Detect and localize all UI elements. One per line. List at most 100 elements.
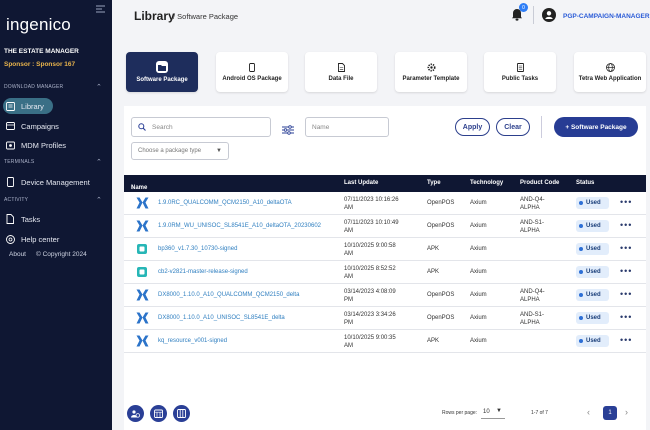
divider	[541, 116, 542, 138]
add-software-package-button[interactable]: + Software Package	[554, 117, 638, 137]
more-options-icon[interactable]: •••	[620, 243, 632, 253]
package-name-link[interactable]: DX8000_1.10.0_A10_QUALCOMM_QCM2150_delta	[158, 292, 299, 298]
last-update-cell: 03/14/2023 3:34:26 PM	[344, 311, 396, 327]
library-panel: Search Name Choose a package type ▼ Appl…	[124, 106, 646, 430]
mdm-profiles-icon	[5, 140, 15, 150]
section-activity-label: ACTIVITY	[4, 197, 29, 203]
table-row[interactable]: 1.9.0RC_QUALCOMM_QCM2150_A10_deltaOTA 07/…	[124, 192, 646, 215]
table-row[interactable]: kq_resource_v001-signed 10/10/2025 9:00:3…	[124, 330, 646, 353]
tab-tetra-web-application[interactable]: Tetra Web Application	[574, 52, 646, 92]
last-update-meridiem: AM	[344, 205, 353, 211]
package-type-select[interactable]: Choose a package type ▼	[131, 142, 229, 160]
apply-button[interactable]: Apply	[455, 118, 490, 136]
copyright-text: © Copyright 2024	[36, 251, 87, 258]
package-name-link[interactable]: 1.9.0RM_WU_UNISOC_SL8541E_A10_deltaOTA_2…	[158, 223, 321, 229]
package-name-link[interactable]: 1.9.0RC_QUALCOMM_QCM2150_A10_deltaOTA	[158, 200, 292, 206]
search-input[interactable]: Search	[131, 117, 271, 137]
tab-software-package[interactable]: Software Package	[126, 52, 198, 92]
package-name-link[interactable]: cb2-v2821-master-release-signed	[158, 269, 248, 275]
type-cell: OpenPOS	[427, 292, 455, 298]
more-options-icon[interactable]: •••	[620, 220, 632, 230]
technology-cell: Axium	[470, 292, 487, 298]
name-filter-input[interactable]: Name	[305, 117, 389, 137]
app-icon	[136, 266, 149, 279]
chevron-up-icon: ⌃	[96, 159, 103, 166]
tab-label: Public Tasks	[501, 76, 539, 82]
package-name-link[interactable]: DX8000_1.10.0_A10_UNISOC_SL8541E_delta	[158, 315, 285, 321]
filter-settings-icon[interactable]	[282, 122, 294, 135]
last-update-date: 10/10/2025 9:00:58	[344, 243, 396, 249]
sidebar-item-label: MDM Profiles	[21, 140, 67, 150]
tab-data-file[interactable]: Data File	[305, 52, 377, 92]
last-update-cell: 07/11/2023 10:10:49 AM	[344, 219, 399, 235]
table-row[interactable]: cb2-v2821-master-release-signed 10/10/202…	[124, 261, 646, 284]
status-badge: Used	[576, 197, 609, 209]
section-activity[interactable]: ACTIVITY ⌃	[4, 197, 102, 204]
user-groups-button[interactable]	[127, 405, 144, 422]
type-cell: OpenPOS	[427, 223, 455, 229]
tab-android-os-package[interactable]: Android OS Package	[216, 52, 288, 92]
column-status[interactable]: Status	[576, 180, 594, 186]
product-code-line: AND-S1-	[520, 220, 545, 226]
column-product-code[interactable]: Product Code	[520, 180, 559, 186]
columns-button[interactable]	[173, 405, 190, 422]
technology-cell: Axium	[470, 200, 487, 206]
product-code-line: ALPHA	[520, 320, 540, 326]
more-options-icon[interactable]: •••	[620, 335, 632, 345]
ingenico-logo-icon	[136, 197, 149, 210]
more-options-icon[interactable]: •••	[620, 289, 632, 299]
table-row[interactable]: DX8000_1.10.0_A10_QUALCOMM_QCM2150_delta…	[124, 284, 646, 307]
schedule-button[interactable]	[150, 405, 167, 422]
tab-public-tasks[interactable]: Public Tasks	[484, 52, 556, 92]
package-name-link[interactable]: bp360_v1.7.30_10730-signed	[158, 246, 237, 252]
status-badge: Used	[576, 266, 609, 278]
sidebar-item-tasks[interactable]: Tasks	[3, 211, 103, 227]
campaigns-icon	[5, 121, 15, 131]
section-download-manager[interactable]: DOWNLOAD MANAGER ⌃	[4, 84, 102, 91]
clear-button[interactable]: Clear	[496, 118, 530, 136]
page-button[interactable]: 1	[603, 406, 617, 420]
dropdown-arrow-icon[interactable]: ▼	[496, 408, 502, 414]
ingenico-logo-icon	[136, 220, 149, 233]
previous-page-icon[interactable]: ‹	[587, 407, 590, 417]
package-type-tabs: Software Package Android OS Package Data…	[126, 52, 646, 92]
breadcrumb: / Software Package	[173, 12, 239, 21]
sidebar-item-campaigns[interactable]: Campaigns	[3, 118, 103, 134]
collapse-menu-icon[interactable]	[96, 5, 105, 15]
table-row[interactable]: 1.9.0RM_WU_UNISOC_SL8541E_A10_deltaOTA_2…	[124, 215, 646, 238]
rows-per-page-select[interactable]: 10	[483, 409, 490, 415]
product-code-line: AND-Q4-	[520, 197, 545, 203]
tab-label: Parameter Template	[402, 76, 460, 82]
type-cell: OpenPOS	[427, 315, 455, 321]
rows-per-page-underline	[481, 418, 505, 419]
more-options-icon[interactable]: •••	[620, 197, 632, 207]
column-last-update[interactable]: Last Update	[344, 180, 378, 186]
last-update-cell: 10/10/2025 8:52:52 AM	[344, 265, 396, 281]
phone-icon	[247, 62, 257, 72]
status-label: Used	[586, 315, 601, 321]
about-link[interactable]: About	[9, 251, 26, 258]
package-name-link[interactable]: kq_resource_v001-signed	[158, 338, 227, 344]
tab-label: Software Package	[136, 77, 188, 83]
tab-parameter-template[interactable]: Parameter Template	[395, 52, 467, 92]
table-row[interactable]: DX8000_1.10.0_A10_UNISOC_SL8541E_delta 03…	[124, 307, 646, 330]
more-options-icon[interactable]: •••	[620, 266, 632, 276]
sidebar-item-device-management[interactable]: Device Management	[3, 174, 103, 190]
next-page-icon[interactable]: ›	[625, 407, 628, 417]
sidebar-item-library[interactable]: Library	[3, 98, 53, 114]
table-row[interactable]: bp360_v1.7.30_10730-signed 10/10/2025 9:0…	[124, 238, 646, 261]
more-options-icon[interactable]: •••	[620, 312, 632, 322]
package-type-placeholder: Choose a package type	[138, 148, 202, 154]
sidebar-item-mdm-profiles[interactable]: MDM Profiles	[3, 137, 103, 153]
column-technology[interactable]: Technology	[470, 180, 503, 186]
status-label: Used	[586, 269, 601, 275]
section-terminals[interactable]: TERMINALS ⌃	[4, 159, 102, 166]
sponsor-label[interactable]: Sponsor : Sponsor 167	[4, 61, 75, 68]
user-avatar-icon[interactable]	[542, 8, 556, 22]
user-name[interactable]: PGP-CAMPAIGN-MANAGER	[563, 13, 650, 20]
column-type[interactable]: Type	[427, 180, 441, 186]
last-update-meridiem: AM	[344, 228, 353, 234]
status-badge: Used	[576, 243, 609, 255]
notification-badge: 0	[519, 3, 528, 12]
sidebar-item-help-center[interactable]: Help center	[3, 231, 103, 247]
